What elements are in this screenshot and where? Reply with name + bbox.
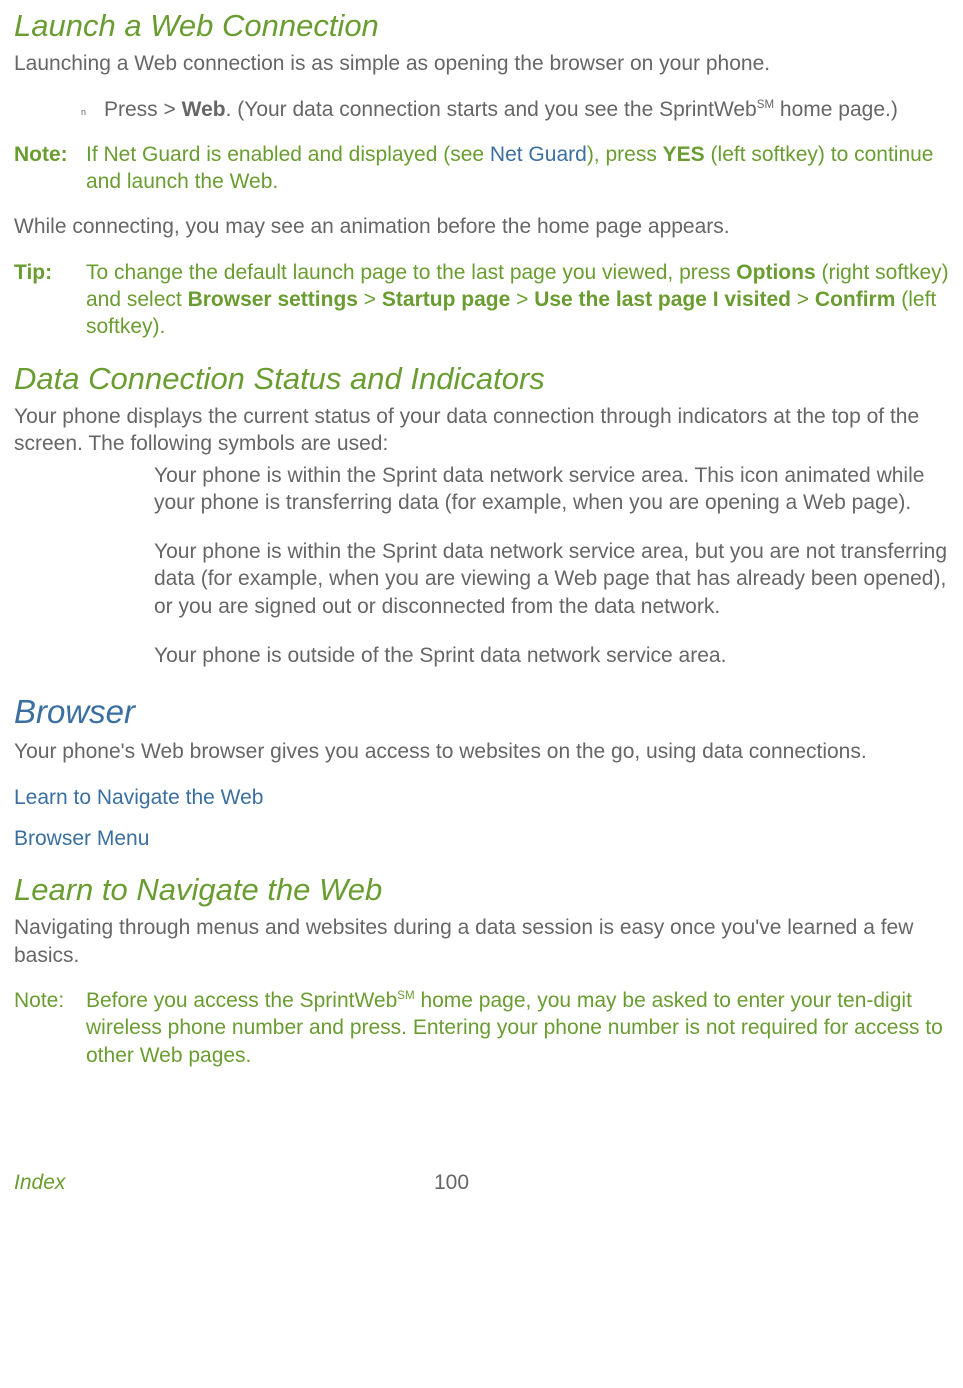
- note-text-1: If Net Guard is enabled and displayed (s…: [86, 143, 490, 166]
- heading-launch-web: Launch a Web Connection: [14, 6, 949, 46]
- footer-page-number: 100: [434, 1169, 469, 1196]
- paragraph-navigate: Navigating through menus and websites du…: [14, 914, 949, 969]
- note2-content: Before you access the SprintWebSM home p…: [86, 987, 949, 1069]
- note-content: If Net Guard is enabled and displayed (s…: [86, 141, 949, 196]
- paragraph-browser: Your phone's Web browser gives you acces…: [14, 738, 949, 765]
- indicator-1: Your phone is within the Sprint data net…: [154, 462, 949, 517]
- tip-t5: >: [791, 288, 815, 311]
- note2-sup: SM: [397, 990, 414, 1002]
- link-net-guard[interactable]: Net Guard: [490, 143, 587, 166]
- note2-t1: Before you access the SprintWeb: [86, 989, 397, 1012]
- paragraph-intro: Launching a Web connection is as simple …: [14, 50, 949, 77]
- note2-label: Note:: [14, 987, 86, 1069]
- note-net-guard: Note: If Net Guard is enabled and displa…: [14, 141, 949, 196]
- heading-browser: Browser: [14, 691, 949, 734]
- tip-b3: Startup page: [382, 288, 510, 311]
- bullet-text-prefix: Press >: [104, 98, 182, 121]
- tip-label: Tip:: [14, 259, 86, 341]
- bullet-marker: n: [14, 96, 104, 123]
- tip-b1: Options: [736, 261, 815, 284]
- link-browser-menu[interactable]: Browser Menu: [14, 825, 949, 852]
- note-text-2: ), press: [587, 143, 663, 166]
- bullet-content: Press > Web. (Your data connection start…: [104, 96, 949, 123]
- tip-t3: >: [358, 288, 382, 311]
- bullet-bold-web: Web: [182, 98, 226, 121]
- heading-data-status: Data Connection Status and Indicators: [14, 359, 949, 399]
- tip-b4: Use the last page I visited: [534, 288, 791, 311]
- indicator-3: Your phone is outside of the Sprint data…: [154, 642, 949, 669]
- tip-b2: Browser settings: [188, 288, 358, 311]
- indicator-list: Your phone is within the Sprint data net…: [154, 462, 949, 670]
- bullet-text-end: home page.): [774, 98, 898, 121]
- note-sprintweb: Note: Before you access the SprintWebSM …: [14, 987, 949, 1069]
- tip-row: Tip: To change the default launch page t…: [14, 259, 949, 341]
- heading-learn-navigate: Learn to Navigate the Web: [14, 870, 949, 910]
- footer-index[interactable]: Index: [14, 1169, 434, 1196]
- bullet-super: SM: [757, 99, 774, 111]
- tip-b5: Confirm: [815, 288, 896, 311]
- indicator-2: Your phone is within the Sprint data net…: [154, 538, 949, 620]
- instruction-bullet: n Press > Web. (Your data connection sta…: [14, 96, 949, 123]
- paragraph-connecting: While connecting, you may see an animati…: [14, 213, 949, 240]
- note-bold-yes: YES: [663, 143, 705, 166]
- bullet-text-mid: . (Your data connection starts and you s…: [226, 98, 757, 121]
- tip-t1: To change the default launch page to the…: [86, 261, 736, 284]
- tip-t4: >: [510, 288, 534, 311]
- page-footer: Index 100: [14, 1169, 949, 1196]
- note-label: Note:: [14, 141, 86, 196]
- tip-content: To change the default launch page to the…: [86, 259, 949, 341]
- link-learn-navigate[interactable]: Learn to Navigate the Web: [14, 784, 949, 811]
- paragraph-data-status: Your phone displays the current status o…: [14, 403, 949, 458]
